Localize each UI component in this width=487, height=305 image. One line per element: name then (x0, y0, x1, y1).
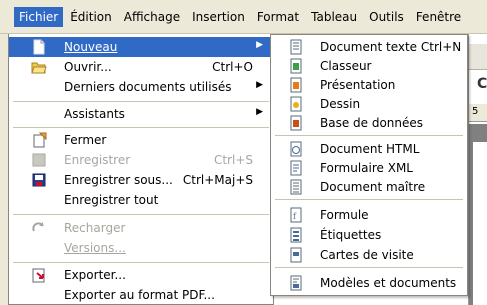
submenu-item-label: Formule (320, 208, 369, 222)
menu-item-shortcut: Ctrl+O (212, 60, 253, 74)
submenu-item-base-de-donnees[interactable]: Base de données (271, 113, 467, 133)
submenu-item-formule[interactable]: f Formule (271, 205, 467, 225)
submenu-item-label: Document HTML (320, 142, 420, 156)
menu-item-enregistrer-tout[interactable]: Enregistrer tout (9, 190, 273, 210)
file-menu: Nouveau ▶ Ouvrir... Ctrl+O Derniers docu… (8, 34, 274, 305)
page (473, 142, 487, 305)
menu-item-exporter-pdf[interactable]: Exporter au format PDF... (9, 285, 273, 305)
menu-item-label: Fermer (64, 133, 107, 147)
database-icon (290, 115, 302, 131)
templates-icon (290, 275, 302, 291)
menu-item-label: Nouveau (64, 40, 118, 54)
submenu-item-document-maitre[interactable]: Document maître (271, 177, 467, 197)
menu-item-label: Exporter au format PDF... (64, 288, 215, 302)
html-document-icon (290, 141, 302, 157)
ruler-digit: 5 (472, 106, 479, 117)
menu-separator (275, 199, 463, 200)
menu-item-enregistrer[interactable]: Enregistrer Ctrl+S (9, 150, 273, 170)
menu-item-shortcut: Ctrl+S (213, 153, 253, 167)
submenu-item-dessin[interactable]: Dessin (271, 94, 467, 114)
formula-icon: f (290, 207, 302, 223)
submenu-item-label: Document texte Ctrl+N (320, 40, 462, 54)
reload-icon (32, 222, 44, 232)
master-document-icon (290, 179, 302, 195)
drawing-icon (290, 96, 302, 112)
xml-form-icon (290, 160, 302, 176)
menu-bar: Fichier Édition Affichage Insertion Form… (0, 0, 487, 34)
menu-item-label: Derniers documents utilisés (64, 80, 232, 94)
submenu-item-label: Document maître (320, 180, 426, 194)
menu-fenetre[interactable]: Fenêtre (411, 7, 466, 27)
submenu-item-formulaire-xml[interactable]: Formulaire XML (271, 158, 467, 178)
menu-item-derniers-documents[interactable]: Derniers documents utilisés ▶ (9, 77, 273, 97)
submenu-item-etiquettes[interactable]: Étiquettes (271, 225, 467, 245)
menu-item-label: Enregistrer tout (64, 193, 159, 207)
menu-item-enregistrer-sous[interactable]: Enregistrer sous... Ctrl+Maj+S (9, 170, 273, 190)
submenu-item-label: Cartes de visite (320, 248, 414, 262)
menu-item-recharger[interactable]: Recharger (9, 218, 273, 238)
menu-item-exporter[interactable]: Exporter... (9, 265, 273, 285)
menu-item-label: Versions... (64, 241, 126, 255)
menu-item-ouvrir[interactable]: Ouvrir... Ctrl+O (9, 57, 273, 77)
labels-icon (290, 227, 302, 243)
submenu-arrow-icon: ▶ (256, 107, 263, 117)
save-as-icon (32, 173, 46, 187)
menu-edition[interactable]: Édition (65, 7, 117, 27)
new-submenu: Document texte Ctrl+N Classeur Présentat… (270, 34, 468, 296)
business-cards-icon (290, 247, 302, 263)
toolbar-strip (469, 44, 487, 70)
submenu-item-label: Dessin (320, 97, 361, 111)
presentation-icon (290, 77, 302, 93)
menu-separator (13, 101, 269, 102)
spreadsheet-icon (290, 58, 302, 74)
menu-item-shortcut: Ctrl+Maj+S (182, 173, 253, 187)
submenu-item-presentation[interactable]: Présentation (271, 75, 467, 95)
menu-item-nouveau[interactable]: Nouveau ▶ (9, 37, 273, 57)
submenu-item-classeur[interactable]: Classeur (271, 56, 467, 76)
menu-item-label: Ouvrir... (64, 60, 112, 74)
save-icon (32, 153, 46, 167)
menu-item-versions[interactable]: Versions... (9, 238, 273, 258)
submenu-arrow-icon: ▶ (256, 40, 263, 50)
menu-separator (275, 267, 463, 268)
menu-item-fermer[interactable]: Fermer (9, 130, 273, 150)
menu-insertion[interactable]: Insertion (187, 7, 250, 27)
menu-item-label: Recharger (64, 221, 126, 235)
menu-item-assistants[interactable]: Assistants ▶ (9, 104, 273, 124)
menu-affichage[interactable]: Affichage (119, 7, 185, 27)
submenu-item-document-texte[interactable]: Document texte Ctrl+N (271, 37, 467, 57)
text-document-icon (290, 39, 302, 55)
toolbar-glyph: C (477, 76, 487, 92)
submenu-item-label: Base de données (320, 116, 424, 130)
open-folder-icon (31, 62, 47, 74)
submenu-item-label: Modèles et documents (320, 276, 457, 290)
submenu-item-label: Formulaire XML (320, 161, 413, 175)
submenu-item-label: Étiquettes (320, 228, 382, 242)
document-area (469, 124, 487, 305)
submenu-arrow-icon: ▶ (256, 80, 263, 90)
menu-outils[interactable]: Outils (364, 7, 409, 27)
submenu-item-cartes-de-visite[interactable]: Cartes de visite (271, 245, 467, 265)
submenu-item-label: Classeur (320, 59, 372, 73)
menu-separator (275, 135, 463, 136)
menu-item-label: Assistants (64, 107, 125, 121)
menu-item-label: Enregistrer sous... (64, 173, 173, 187)
menu-separator (13, 262, 269, 263)
submenu-item-label: Présentation (320, 78, 396, 92)
menu-item-label: Enregistrer (64, 153, 131, 167)
menu-separator (13, 127, 269, 128)
menu-item-label: Exporter... (64, 268, 126, 282)
menu-tableau[interactable]: Tableau (306, 7, 362, 27)
menu-fichier[interactable]: Fichier (14, 6, 64, 27)
ruler: 5 (469, 104, 487, 122)
menu-separator (13, 214, 269, 215)
export-icon (32, 268, 45, 283)
new-document-icon (33, 39, 45, 55)
close-document-icon (33, 132, 47, 148)
window-edge (0, 34, 8, 305)
submenu-item-document-html[interactable]: Document HTML (271, 139, 467, 159)
menu-format[interactable]: Format (252, 7, 304, 27)
background-document-window: C 5 (468, 34, 487, 305)
submenu-item-modeles-et-documents[interactable]: Modèles et documents (271, 273, 467, 293)
